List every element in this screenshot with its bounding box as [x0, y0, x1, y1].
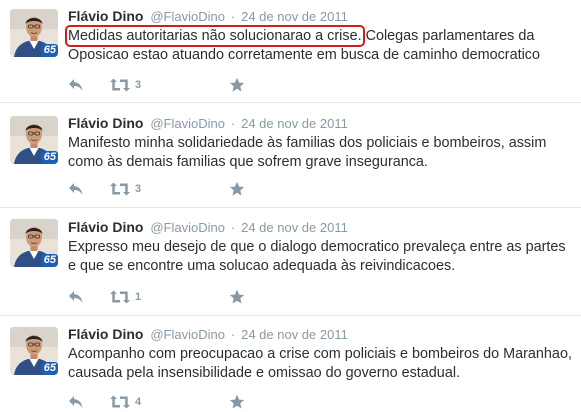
retweet-icon [109, 290, 131, 304]
tweet-timeline: 65 Flávio Dino @FlavioDino · 24 de nov d… [0, 0, 581, 409]
separator-dot: · [230, 220, 236, 235]
author-name[interactable]: Flávio Dino [68, 8, 143, 24]
retweet-icon [109, 395, 131, 409]
tweet-text: Manifesto minha solidariedade às familia… [68, 134, 568, 172]
favorite-button[interactable] [229, 392, 245, 412]
tweet-timestamp[interactable]: 24 de nov de 2011 [241, 9, 348, 24]
avatar[interactable]: 65 [10, 219, 58, 267]
avatar[interactable]: 65 [10, 327, 58, 375]
tweet-actions: 1 [68, 287, 288, 307]
retweet-button[interactable]: 3 [109, 179, 141, 199]
reply-button[interactable] [68, 287, 84, 307]
favorite-button[interactable] [229, 179, 245, 199]
tweet[interactable]: 65 Flávio Dino @FlavioDino · 24 de nov d… [0, 208, 581, 316]
retweet-icon [109, 78, 131, 92]
star-icon [229, 181, 245, 197]
tweet-timestamp[interactable]: 24 de nov de 2011 [241, 327, 348, 342]
star-icon [229, 77, 245, 93]
avatar[interactable]: 65 [10, 116, 58, 164]
tweet-header: Flávio Dino @FlavioDino · 24 de nov de 2… [68, 8, 348, 24]
retweet-button[interactable]: 4 [109, 392, 141, 412]
tweet[interactable]: 65 Flávio Dino @FlavioDino · 24 de nov d… [0, 103, 581, 208]
author-handle[interactable]: @FlavioDino [150, 220, 225, 235]
tweet-text-line: causada pela insensibilidade e omissao d… [68, 365, 461, 381]
avatar-badge: 65 [43, 254, 56, 266]
author-handle[interactable]: @FlavioDino [150, 116, 225, 131]
tweet[interactable]: 65 Flávio Dino @FlavioDino · 24 de nov d… [0, 0, 581, 103]
avatar-badge: 65 [43, 362, 56, 374]
tweet-text-line: Oposicao estao atuando corretamente em b… [68, 47, 540, 63]
reply-icon [68, 78, 84, 92]
retweet-count: 1 [135, 291, 142, 303]
separator-dot: · [230, 9, 236, 24]
author-name[interactable]: Flávio Dino [68, 115, 143, 131]
avatar-badge: 65 [43, 151, 56, 163]
retweet-count: 4 [135, 396, 142, 408]
avatar-badge: 65 [43, 44, 56, 56]
tweet-text-line: e que se encontre uma solucao adequada à… [68, 258, 456, 274]
tweet-actions: 3 [68, 75, 288, 95]
retweet-count: 3 [135, 183, 142, 195]
tweet-text-line: Manifesto minha solidariedade às familia… [68, 135, 547, 151]
tweet-text-line: Medidas autoritarias não solucionarao a … [65, 25, 568, 47]
author-handle[interactable]: @FlavioDino [150, 327, 225, 342]
favorite-button[interactable] [229, 287, 245, 307]
avatar[interactable]: 65 [10, 9, 58, 57]
tweet-text: Medidas autoritarias não solucionarao a … [65, 25, 568, 65]
favorite-button[interactable] [229, 75, 245, 95]
tweet-text-line: Acompanho com preocupacao a crise com po… [68, 346, 572, 362]
reply-icon [68, 290, 84, 304]
tweet-text-line: Expresso meu desejo de que o dialogo dem… [68, 239, 566, 255]
author-handle[interactable]: @FlavioDino [150, 9, 225, 24]
author-name[interactable]: Flávio Dino [68, 326, 143, 342]
tweet-text-rest: Colegas parlamentares da [361, 28, 535, 44]
reply-button[interactable] [68, 392, 84, 412]
reply-button[interactable] [68, 75, 84, 95]
retweet-icon [109, 182, 131, 196]
separator-dot: · [230, 327, 236, 342]
star-icon [229, 394, 245, 410]
tweet-header: Flávio Dino @FlavioDino · 24 de nov de 2… [68, 115, 348, 131]
retweet-button[interactable]: 3 [109, 75, 141, 95]
retweet-button[interactable]: 1 [109, 287, 141, 307]
star-icon [229, 289, 245, 305]
tweet-text: Expresso meu desejo de que o dialogo dem… [68, 238, 568, 276]
highlighted-phrase: Medidas autoritarias não solucionarao a … [65, 25, 365, 47]
tweet-timestamp[interactable]: 24 de nov de 2011 [241, 220, 348, 235]
retweet-count: 3 [135, 79, 142, 91]
tweet-text-line: como às demais familias que sofrem grave… [68, 154, 428, 170]
tweet-actions: 3 [68, 179, 288, 199]
tweet[interactable]: 65 Flávio Dino @FlavioDino · 24 de nov d… [0, 316, 581, 409]
tweet-text: Acompanho com preocupacao a crise com po… [68, 345, 572, 383]
reply-icon [68, 182, 84, 196]
tweet-header: Flávio Dino @FlavioDino · 24 de nov de 2… [68, 219, 348, 235]
reply-button[interactable] [68, 179, 84, 199]
tweet-timestamp[interactable]: 24 de nov de 2011 [241, 116, 348, 131]
tweet-actions: 4 [68, 392, 288, 412]
separator-dot: · [230, 116, 236, 131]
reply-icon [68, 395, 84, 409]
author-name[interactable]: Flávio Dino [68, 219, 143, 235]
tweet-header: Flávio Dino @FlavioDino · 24 de nov de 2… [68, 326, 348, 342]
